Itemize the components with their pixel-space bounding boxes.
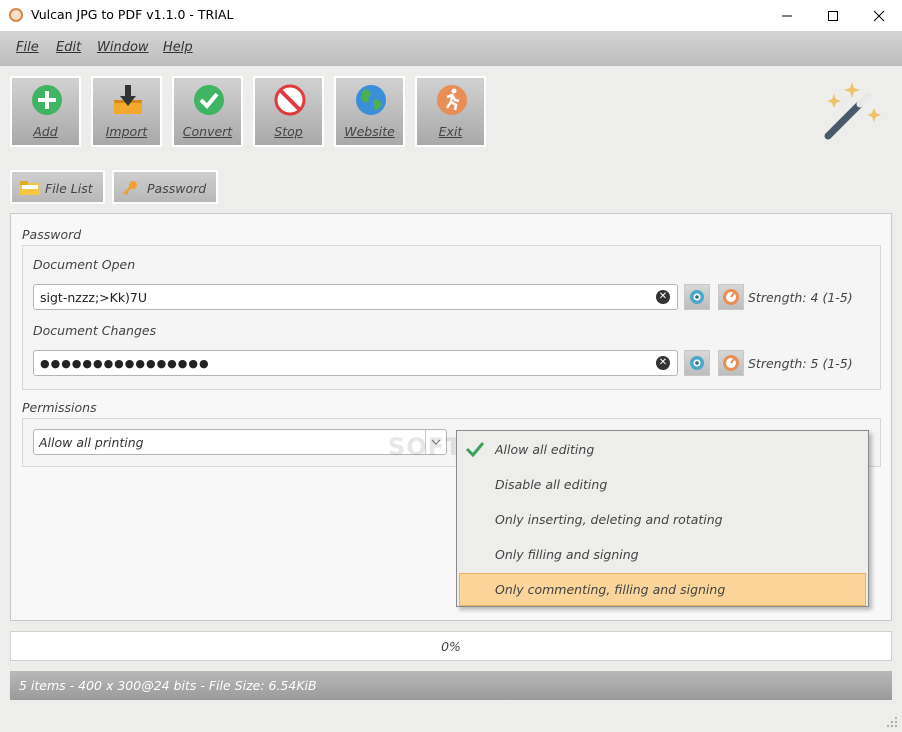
key-icon — [123, 181, 137, 195]
import-label: Import — [105, 124, 148, 139]
editing-option[interactable]: Disable all editing — [459, 468, 866, 501]
website-label: Website — [344, 124, 395, 139]
add-label: Add — [33, 124, 58, 139]
import-icon — [114, 85, 142, 114]
menu-help[interactable]: Help — [163, 40, 193, 55]
tab-file-list-label: File List — [45, 181, 93, 196]
menu-file[interactable]: File — [16, 40, 39, 55]
editing-option[interactable]: Allow all editing — [459, 433, 866, 466]
toolbar: Add Import Convert Stop Website Exit — [0, 66, 902, 160]
resize-grip-icon[interactable] — [886, 716, 898, 728]
status-bar: 5 items - 400 x 300@24 bits - File Size:… — [10, 671, 892, 700]
app-icon — [9, 8, 23, 22]
check-icon — [465, 442, 485, 457]
maximize-icon — [828, 10, 838, 21]
website-button[interactable]: Website — [334, 76, 405, 147]
magic-wand-icon — [824, 82, 881, 140]
eye-icon — [690, 290, 704, 304]
document-changes-strength: Strength: 5 (1-5) — [748, 356, 853, 371]
document-open-input[interactable]: sigt-nzzz;>Kk)7U ✕ — [33, 284, 678, 310]
editing-option[interactable]: Only inserting, deleting and rotating — [459, 503, 866, 536]
document-open-value: sigt-nzzz;>Kk)7U — [40, 290, 148, 305]
title-bar: Vulcan JPG to PDF v1.1.0 - TRIAL — [0, 0, 902, 31]
document-open-label: Document Open — [33, 257, 136, 272]
permissions-section-title: Permissions — [22, 400, 97, 415]
gauge-icon — [723, 289, 739, 305]
eye-icon — [690, 356, 704, 370]
checkmark-icon — [194, 85, 224, 115]
editing-option[interactable]: Only filling and signing — [459, 538, 866, 571]
document-changes-label: Document Changes — [33, 323, 157, 338]
generate-password-open-button[interactable] — [718, 284, 744, 310]
document-changes-value: ●●●●●●●●●●●●●●●● — [40, 357, 210, 370]
clear-document-open-button[interactable]: ✕ — [656, 290, 670, 304]
exit-button[interactable]: Exit — [415, 76, 486, 147]
stop-icon — [274, 84, 306, 116]
editing-option-label: Only commenting, filling and signing — [495, 582, 726, 597]
exit-label: Exit — [438, 124, 463, 139]
status-text: 5 items - 400 x 300@24 bits - File Size:… — [19, 678, 317, 693]
menu-edit[interactable]: Edit — [56, 40, 81, 55]
document-changes-input[interactable]: ●●●●●●●●●●●●●●●● ✕ — [33, 350, 678, 376]
add-button[interactable]: Add — [10, 76, 81, 147]
editing-option-label: Only inserting, deleting and rotating — [495, 512, 723, 527]
show-password-open-button[interactable] — [684, 284, 710, 310]
document-open-strength: Strength: 4 (1-5) — [748, 290, 853, 305]
plus-icon — [32, 85, 62, 115]
menu-bar: File Edit Window Help — [0, 31, 902, 66]
folder-icon — [20, 181, 40, 195]
editing-option-label: Only filling and signing — [495, 547, 639, 562]
clear-document-changes-button[interactable]: ✕ — [656, 356, 670, 370]
menu-window[interactable]: Window — [97, 40, 149, 55]
editing-option-label: Allow all editing — [495, 442, 595, 457]
progress-text: 0% — [441, 639, 461, 654]
show-password-changes-button[interactable] — [684, 350, 710, 376]
editing-option-label: Disable all editing — [495, 477, 608, 492]
tab-password-label: Password — [147, 181, 207, 196]
password-section-title: Password — [22, 227, 82, 242]
gauge-icon — [723, 355, 739, 371]
running-man-icon — [437, 85, 467, 115]
globe-icon — [356, 85, 386, 115]
tab-file-list[interactable]: File List — [10, 170, 105, 204]
window-title: Vulcan JPG to PDF v1.1.0 - TRIAL — [31, 7, 234, 22]
minimize-icon — [782, 15, 792, 16]
close-window-button[interactable] — [856, 0, 902, 31]
editing-permission-dropdown: Allow all editing Disable all editing On… — [456, 430, 869, 607]
minimize-button[interactable] — [764, 0, 810, 31]
stop-label: Stop — [274, 124, 303, 139]
progress-bar: 0% — [10, 631, 892, 661]
convert-button[interactable]: Convert — [172, 76, 243, 147]
stop-button[interactable]: Stop — [253, 76, 324, 147]
editing-option-highlighted[interactable]: Only commenting, filling and signing — [459, 573, 866, 606]
printing-permission-select[interactable]: Allow all printing — [33, 429, 447, 455]
convert-label: Convert — [182, 124, 233, 139]
tab-password[interactable]: Password — [112, 170, 218, 204]
maximize-button[interactable] — [810, 0, 856, 31]
import-button[interactable]: Import — [91, 76, 162, 147]
close-icon — [873, 10, 885, 21]
generate-password-changes-button[interactable] — [718, 350, 744, 376]
printing-permission-value: Allow all printing — [39, 435, 144, 450]
